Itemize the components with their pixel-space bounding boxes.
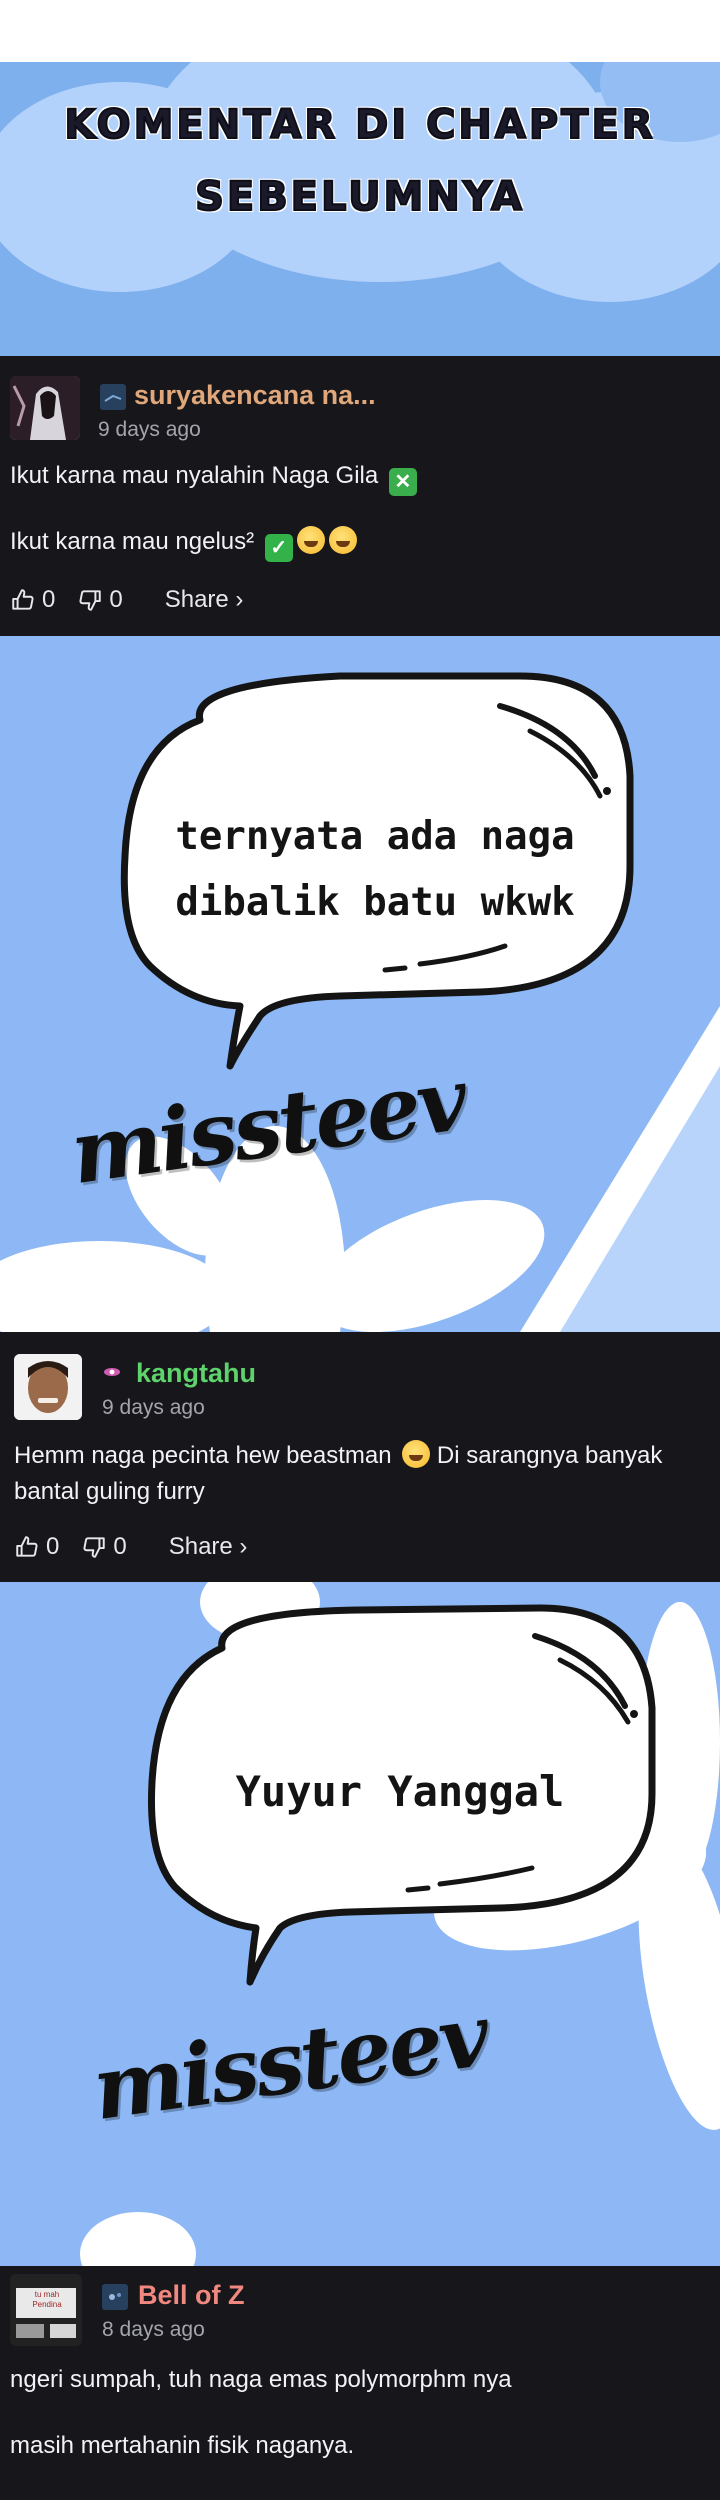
cross-emoji-icon: ✕ (388, 468, 417, 496)
header-title-line2: SEBELUMNYA (194, 173, 525, 221)
like-count: 0 (42, 586, 56, 613)
dislike-button[interactable]: 0 (81, 1533, 127, 1561)
comment-timestamp: 9 days ago (98, 418, 201, 441)
comment-username[interactable]: kangtahu (136, 1358, 256, 1389)
like-button[interactable]: 0 (14, 1533, 59, 1561)
user-badge-icon (100, 384, 126, 410)
grin-emoji-icon (296, 526, 325, 554)
like-button[interactable]: 0 (10, 586, 55, 614)
share-button[interactable]: Share › (165, 586, 244, 614)
comment-body: masih mertahanin fisik naganya. (10, 2428, 710, 2464)
grin-emoji-icon (328, 526, 357, 554)
speech-bubble-line: dibalik batu wkwk (175, 880, 575, 925)
dislike-count: 0 (109, 586, 123, 613)
share-button[interactable]: Share › (169, 1533, 248, 1561)
header-title-line1: KOMENTAR DI CHAPTER (63, 101, 656, 149)
grin-emoji-icon (402, 1440, 431, 1468)
comment-actions: 0 0 Share › (10, 585, 265, 615)
comment-body: Hemm naga pecinta hew beastman Di sarang… (14, 1438, 714, 1510)
comment-body: Ikut karna mau ngelus² ✓ (10, 524, 710, 562)
comment-card: kangtahu 9 days ago Hemm naga pecinta he… (0, 1332, 720, 1582)
speech-bubble-text: Yuyur Yanggal (170, 1762, 630, 1822)
comment-timestamp: 8 days ago (102, 2318, 205, 2341)
share-label: Share › (168, 1533, 248, 1560)
avatar[interactable]: tu mah Pendina (10, 2274, 82, 2346)
thumbs-down-icon (83, 1537, 106, 1558)
art-panel: ternyata ada naga dibalik batu wkwk miss… (0, 636, 720, 1332)
speech-bubble-line: Yuyur Yanggal (235, 1767, 565, 1816)
speech-bubble-text: ternyata ada naga dibalik batu wkwk (150, 804, 600, 936)
dislike-count: 0 (113, 1533, 127, 1560)
check-emoji-icon: ✓ (264, 534, 293, 562)
comment-actions: 0 0 Share › (14, 1532, 269, 1562)
comment-card: tu mah Pendina Bell of Z 8 days ago nger… (0, 2266, 720, 2500)
comment-line: Ikut karna mau ngelus² (10, 528, 255, 555)
comment-line: masih mertahanin fisik naganya. (10, 2432, 355, 2459)
comment-body: ngeri sumpah, tuh naga emas polymorphm n… (10, 2362, 710, 2398)
avatar-image (10, 376, 80, 440)
avatar[interactable] (10, 376, 80, 440)
art-panel: Yuyur Yanggal missteev (0, 1582, 720, 2266)
comment-line: Di sarangnya banyak (436, 1442, 663, 1469)
art-panel-illustration (0, 672, 720, 1332)
comment-card: suryakencana na... 9 days ago Ikut karna… (0, 356, 720, 636)
comment-username[interactable]: suryakencana na... (134, 380, 376, 411)
user-badge-icon (102, 2284, 128, 2310)
thumbs-down-icon (79, 590, 102, 611)
comment-line: ngeri sumpah, tuh naga emas polymorphm n… (10, 2366, 512, 2393)
avatar-caption: tu mah Pendina (32, 2290, 62, 2309)
avatar-image (14, 1354, 82, 1420)
share-label: Share › (164, 586, 244, 613)
avatar-image (10, 2274, 82, 2346)
comment-line: bantal guling furry (14, 1478, 205, 1505)
thumbs-up-icon (12, 589, 34, 610)
dislike-button[interactable]: 0 (77, 586, 123, 614)
comment-username[interactable]: Bell of Z (138, 2280, 245, 2311)
avatar[interactable] (14, 1354, 82, 1420)
art-panel-illustration (80, 1582, 720, 2266)
speech-bubble-line: ternyata ada naga (175, 814, 575, 859)
thumbs-up-icon (16, 1536, 38, 1557)
comment-line: Hemm naga pecinta hew beastman (14, 1442, 392, 1469)
user-badge-icon (102, 1362, 122, 1382)
comment-line: Ikut karna mau nyalahin Naga Gila (10, 462, 379, 489)
chapter-comments-header: KOMENTAR DI CHAPTER SEBELUMNYA (0, 62, 720, 356)
comment-timestamp: 9 days ago (102, 1396, 205, 1419)
like-count: 0 (46, 1533, 60, 1560)
comment-body: Ikut karna mau nyalahin Naga Gila ✕ (10, 458, 710, 496)
